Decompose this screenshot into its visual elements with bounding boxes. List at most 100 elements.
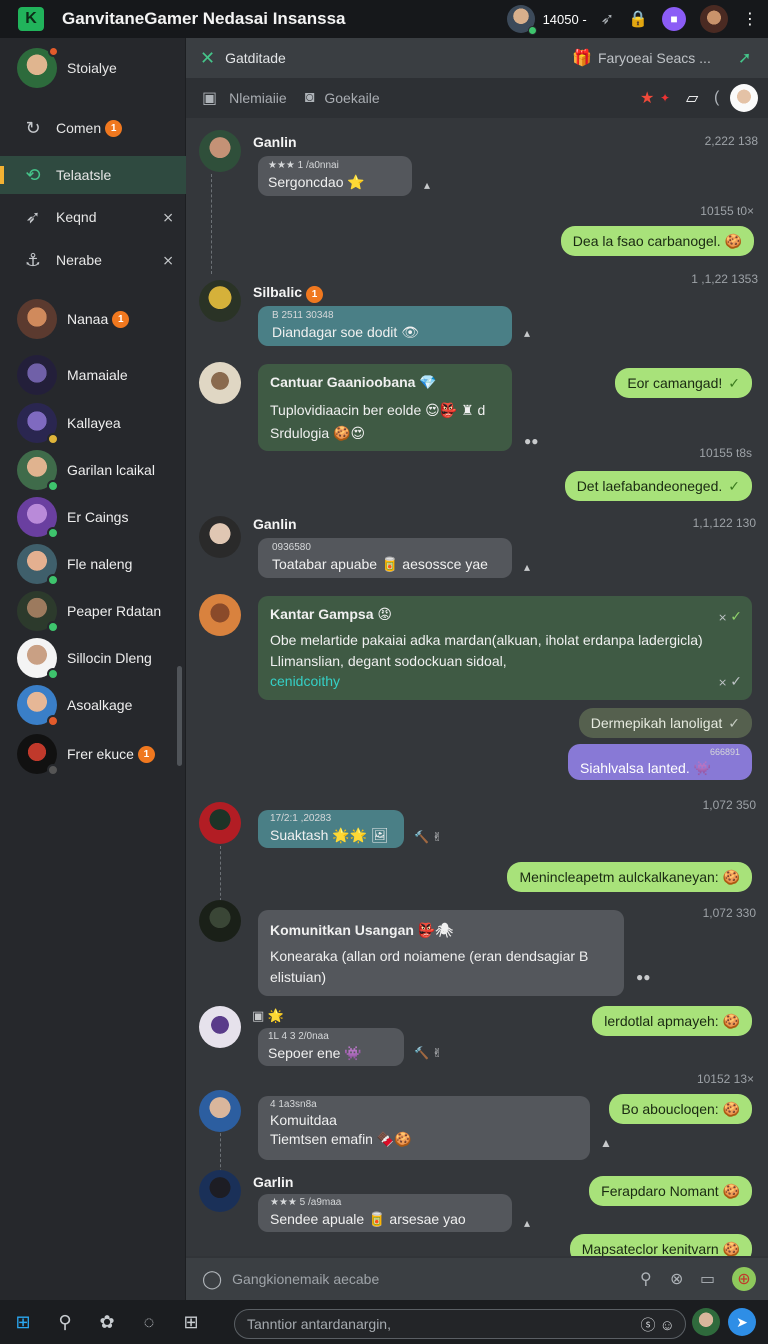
message-bubble[interactable]: ★★★ 5 /a9maa Sendee apuale 🥫 arsesae yao [258,1194,512,1233]
add-icon[interactable]: ⊕ [732,1267,756,1291]
emoji-picker-icon[interactable]: ◯ [202,1269,222,1290]
profile-item[interactable]: Stoialye [0,44,186,92]
chat-icon[interactable]: ◌ [128,1312,170,1333]
outgoing-message[interactable]: Eor camangad! ✓ [615,368,752,399]
outgoing-message[interactable]: Dea la fsao carbanogel. 🍪 [560,226,754,257]
paren-icon: ( [714,89,720,106]
search-icon[interactable]: ⚲ [640,1269,652,1289]
sparkle-icon: ✦ [660,91,671,105]
reaction-icon[interactable]: ▴ [524,326,530,340]
settings-icon[interactable]: ✿ [86,1312,128,1333]
more-menu-icon[interactable]: ⋮ [742,9,758,29]
message-avatar[interactable] [199,362,241,404]
message-bubble[interactable]: ★★★ 1 /a0nnai Sergoncdao ⭐ [258,156,412,197]
message-avatar[interactable] [199,1006,241,1048]
composer-placeholder[interactable]: Gangkionemaik aecabe [232,1271,379,1287]
message-card[interactable]: Komunitkan Usangan 👺🕷 Konearaka (allan o… [258,910,624,996]
contact-item[interactable]: Garilan lcaikal [0,447,186,493]
cancel-icon[interactable]: ⊗ [670,1269,683,1289]
outgoing-message[interactable]: 666891 Siahlvalsa lanted. 👾 [568,744,752,780]
message-list[interactable]: Ganlin 2,222 138 ★★★ 1 /a0nnai Sergoncda… [186,118,768,1256]
user-avatar[interactable] [506,5,537,35]
contact-avatar[interactable] [730,84,758,112]
message-avatar[interactable] [199,802,241,844]
outgoing-message[interactable]: Bo aboucloqen: 🍪 [609,1094,752,1125]
outgoing-message[interactable]: Dermepikah lanoligat ✓ [578,708,752,739]
outgoing-message[interactable]: Mapsateclor kenitvarn 🍪 [569,1234,752,1256]
video-icon[interactable]: ■ [662,7,686,31]
message-bubble[interactable]: B 2511 30348 Diandagar soe dodit 👁 [258,306,512,347]
lock-icon[interactable]: 🔒 [628,9,648,29]
contact-item[interactable]: Peaper Rdatan [0,588,186,634]
outgoing-message[interactable]: Det laefabandeoneged. ✓ [564,471,752,502]
message-text: Sendee apuale 🥫 arsesae yao [270,1211,466,1227]
message-avatar[interactable] [199,1090,241,1132]
reaction-icon[interactable]: ▴ [424,178,430,192]
card-link[interactable]: cenidcoithy [270,671,740,691]
contact-item[interactable]: Fle naleng [0,541,186,587]
reaction-icon[interactable]: ●● [524,434,539,448]
header-right-label[interactable]: Faryoeai Seacs ... [598,50,711,66]
contact-avatar [17,355,57,395]
contact-item[interactable]: Nanaa 1 [0,296,186,342]
message-bubble[interactable]: 1L 4 3 2/0naa Sepoer ene 👾 [258,1028,404,1067]
start-icon[interactable]: ⊞ [2,1312,44,1333]
message-card[interactable]: Kantar Gampsa 😡 Obe melartide pakaiai ad… [258,596,752,700]
nav-item-nerabe[interactable]: ⚓ Nerabe ⨯ [0,240,186,280]
message-bubble[interactable]: 17/2:1 ,20283 Suaktash 🌟🌟 🖼 [258,810,404,849]
message-avatar[interactable] [199,900,241,942]
nav-label: Keqnd [56,209,97,225]
collapse-icon[interactable]: ⨯ [162,252,174,269]
sidebar-scrollbar[interactable] [177,666,182,766]
tab-goekaile[interactable]: Goekaile [324,90,379,106]
message-avatar[interactable] [199,516,241,558]
nav-item-keqnd[interactable]: ➶ Keqnd ⨯ [0,198,186,236]
collapse-icon[interactable]: ⨯ [162,209,174,226]
message-avatar[interactable] [199,594,241,636]
message-avatar[interactable] [199,130,241,172]
contact-item[interactable]: Kallayea [0,400,186,446]
nav-item-telaatsle[interactable]: ⟲ Telaatsle [0,156,186,194]
app-title: GanvitaneGamer Nedasai Insanssa [62,9,346,28]
message-bubble[interactable]: 4 1a3sn8a Komuitdaa Tiemtsen emafin 🍫🍪 [258,1096,590,1160]
contact-item[interactable]: Sillocin Dleng [0,635,186,681]
taskbar-avatar[interactable] [692,1308,720,1336]
tab-nlemiaiie[interactable]: Nlemiaiie [229,90,287,106]
star-icon[interactable]: ★ [640,88,654,108]
message-meta: 0936580 [272,542,311,553]
message-bubble[interactable]: 0936580 Toatabar apuabe 🥫 aesossce yae [258,538,512,579]
taskbar-input[interactable]: Tanntior antardanargin, ⓢ ☺ [234,1309,686,1339]
contact-item[interactable]: Asoalkage [0,682,186,728]
reaction-icon[interactable]: 🔨 ✌ [414,830,442,844]
reaction-icon[interactable]: ▲ [600,1136,612,1150]
outgoing-message[interactable]: lerdotlal apmayeh: 🍪 [592,1006,752,1037]
message-text: Tiemtsen emafin 🍫🍪 [270,1130,412,1147]
rocket-icon[interactable]: ➶ [601,9,614,29]
message-avatar[interactable] [199,1170,241,1212]
message-text: Ferapdaro Nomant [601,1183,719,1199]
apps-icon[interactable]: ⊞ [170,1312,212,1333]
contact-item[interactable]: Frer ekuce 1 [0,731,186,777]
outgoing-message[interactable]: Menincleapetm aulckalkaneyan: 🍪 [507,862,752,893]
send-button[interactable]: ➤ [728,1308,756,1336]
send-icon[interactable]: ➚ [738,48,751,68]
contact-item[interactable]: Mamaiale [0,352,186,398]
close-icon[interactable]: ✕ [200,48,215,69]
card-line: Srdulogia 🍪😍 [270,424,366,441]
edit-icon[interactable]: ▱ [686,88,698,108]
media-icon[interactable]: ▭ [700,1269,715,1289]
reaction-icon[interactable]: 🔨 ✌ [414,1046,442,1060]
message-avatar[interactable] [199,280,241,322]
contact-item[interactable]: Er Caings [0,494,186,540]
reaction-icon[interactable]: ▴ [524,560,530,574]
message-card[interactable]: Cantuar Gaanioobana 💎 Tuplovidiaacin ber… [258,364,512,451]
outgoing-message[interactable]: Ferapdaro Nomant 🍪 [589,1176,752,1207]
reaction-icon[interactable]: ●● [636,970,651,984]
profile-avatar[interactable] [700,5,728,33]
search-icon[interactable]: ⚲ [44,1312,86,1333]
reaction-icon[interactable]: ▴ [524,1216,530,1230]
attach-icon[interactable]: ⓢ ☺ [641,1314,675,1335]
contact-name: Frer ekuce [67,746,134,762]
nav-item-comen[interactable]: ↻ Comen 1 [0,108,186,148]
message-meta: 17/2:1 ,20283 [270,813,332,824]
